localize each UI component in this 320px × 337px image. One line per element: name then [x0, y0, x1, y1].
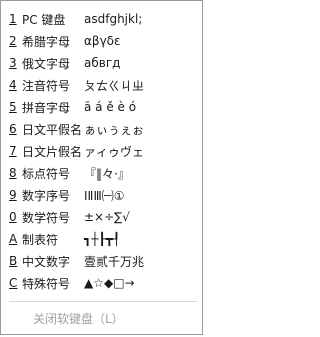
menu-item-label: 日文片假名 — [22, 144, 83, 159]
menu-item-pinyin[interactable]: 5 拼音字母 ā á ě è ó — [9, 96, 197, 118]
soft-keyboard-menu: 1 PC 键盘 asdfghjkl; 2 希腊字母 αβγδε 3 俄文字母 а… — [0, 0, 203, 335]
menu-item-sample: ┓┼┠┳┦ — [84, 232, 121, 246]
menu-item-sample: ā á ě è ó — [84, 100, 137, 114]
menu-item-sample: ぁぃぅぇぉ — [84, 122, 145, 137]
hotkey: 9 — [9, 188, 17, 202]
menu-item-label: 日文平假名 — [22, 122, 83, 137]
menu-item-label: 数学符号 — [22, 210, 71, 225]
menu-item-pc-keyboard[interactable]: 1 PC 键盘 asdfghjkl; — [9, 8, 197, 30]
menu-item-punctuation[interactable]: 8 标点符号 『‖々·』 — [9, 162, 197, 184]
menu-item-sample: ±×÷∑√ — [84, 210, 130, 224]
hotkey: C — [9, 276, 18, 290]
menu-item-box-drawing[interactable]: A 制表符 ┓┼┠┳┦ — [9, 228, 197, 250]
menu-item-sample: ⅠⅡⅢ㈠① — [84, 188, 125, 203]
menu-item-sample: αβγδε — [84, 34, 121, 48]
menu-item-label: 特殊符号 — [22, 276, 71, 291]
close-soft-keyboard-item[interactable]: 关闭软键盘（L） — [33, 310, 124, 327]
hotkey: B — [9, 254, 18, 268]
menu-item-katakana[interactable]: 7 日文片假名 ァィゥヴェ — [9, 140, 197, 162]
menu-item-russian[interactable]: 3 俄文字母 абвгд — [9, 52, 197, 74]
menu-item-label: 标点符号 — [22, 166, 71, 181]
hotkey: A — [9, 232, 18, 246]
menu-item-label: 数字序号 — [22, 188, 71, 203]
hotkey: 7 — [9, 144, 17, 158]
menu-item-sample: ㄆㄊㄍㄐㄓ — [84, 78, 145, 93]
menu-item-label: 中文数字 — [22, 254, 71, 269]
menu-item-sample: 『‖々·』 — [84, 166, 130, 181]
hotkey: 2 — [9, 34, 17, 48]
hotkey: 3 — [9, 56, 17, 70]
menu-item-zhuyin[interactable]: 4 注音符号 ㄆㄊㄍㄐㄓ — [9, 74, 197, 96]
menu-item-label: 希腊字母 — [22, 34, 71, 49]
menu-item-chinese-numerals[interactable]: B 中文数字 壹贰千万兆 — [9, 250, 197, 272]
hotkey: 0 — [9, 210, 17, 224]
hotkey: 6 — [9, 122, 17, 136]
hotkey: 5 — [9, 100, 17, 114]
menu-item-label: 制表符 — [22, 232, 59, 247]
hotkey: 1 — [9, 12, 17, 26]
menu-divider — [9, 301, 197, 302]
menu-item-sample: asdfghjkl; — [84, 12, 143, 26]
menu-item-label: PC 键盘 — [22, 12, 66, 27]
menu-item-sample: 壹贰千万兆 — [84, 254, 145, 269]
menu-item-label: 拼音字母 — [22, 100, 71, 115]
menu-item-hiragana[interactable]: 6 日文平假名 ぁぃぅぇぉ — [9, 118, 197, 140]
menu-item-special-symbols[interactable]: C 特殊符号 ▲☆◆□→ — [9, 272, 197, 294]
hotkey: 4 — [9, 78, 17, 92]
menu-item-sample: абвгд — [84, 56, 121, 70]
menu-item-label: 俄文字母 — [22, 56, 71, 71]
menu-item-sample: ァィゥヴェ — [84, 144, 145, 159]
menu-item-math[interactable]: 0 数学符号 ±×÷∑√ — [9, 206, 197, 228]
hotkey: 8 — [9, 166, 17, 180]
menu-item-sample: ▲☆◆□→ — [84, 276, 135, 290]
menu-item-greek[interactable]: 2 希腊字母 αβγδε — [9, 30, 197, 52]
menu-item-label: 注音符号 — [22, 78, 71, 93]
menu-item-numbering[interactable]: 9 数字序号 ⅠⅡⅢ㈠① — [9, 184, 197, 206]
